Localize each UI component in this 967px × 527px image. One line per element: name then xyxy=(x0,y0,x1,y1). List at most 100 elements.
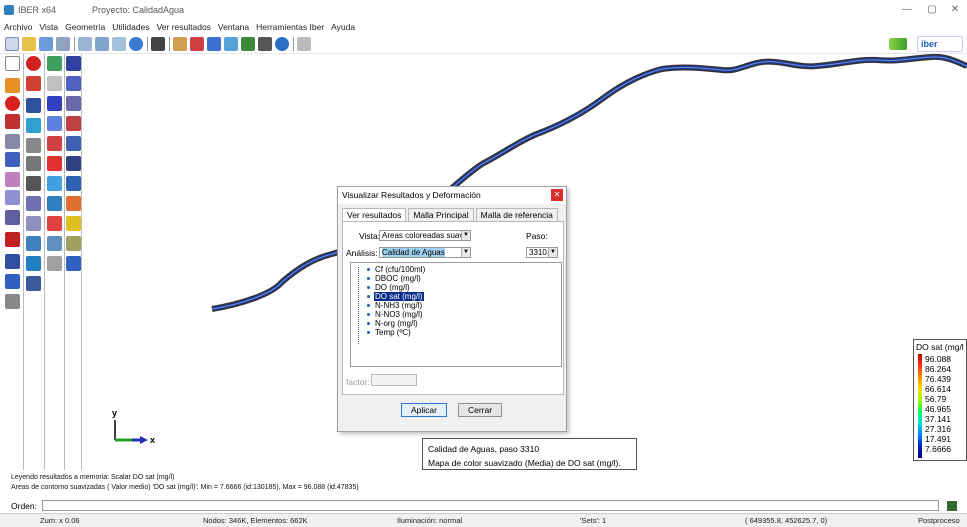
vectors-icon[interactable] xyxy=(224,37,238,51)
line-icon[interactable] xyxy=(5,114,20,129)
tab-ver-resultados[interactable]: Ver resultados xyxy=(342,208,407,222)
menu-ver-resultados[interactable]: Ver resultados xyxy=(157,22,211,32)
list-item-selected[interactable]: DO sat (mg/l) xyxy=(367,292,424,301)
paso-select[interactable]: 3310.0 ▼ xyxy=(526,247,558,258)
list-item[interactable]: N-org (mg/l) xyxy=(367,319,419,328)
vista-label: Vista: xyxy=(359,231,381,241)
pan-icon[interactable] xyxy=(5,78,20,93)
vista-select[interactable]: Areas coloreadas suave ▼ xyxy=(379,230,471,241)
ruler-icon[interactable] xyxy=(47,76,62,91)
transform-icon[interactable] xyxy=(26,196,41,211)
list-item[interactable]: Temp (ºC) xyxy=(367,328,412,337)
histogram-icon[interactable] xyxy=(5,274,20,289)
graph-icon[interactable] xyxy=(275,37,289,51)
pencil-icon[interactable] xyxy=(47,216,62,231)
animation-icon[interactable] xyxy=(258,37,272,51)
brush-icon[interactable] xyxy=(47,236,62,251)
measure-icon[interactable] xyxy=(5,190,20,205)
mesh-tool-icon[interactable] xyxy=(5,152,20,167)
tab-malla-principal[interactable]: Malla Principal xyxy=(408,208,474,222)
delete-icon[interactable] xyxy=(47,136,62,151)
bc-icon[interactable] xyxy=(47,96,62,111)
menu-geometria[interactable]: Geometría xyxy=(65,22,105,32)
new-file-icon[interactable] xyxy=(5,37,19,51)
image-icon[interactable] xyxy=(47,256,62,271)
max-icon[interactable] xyxy=(66,156,81,171)
settings-tool-icon[interactable] xyxy=(5,294,20,309)
menu-herramientas-iber[interactable]: Herramientas Iber xyxy=(256,22,324,32)
close-x-icon[interactable] xyxy=(47,156,62,171)
water-icon[interactable] xyxy=(47,196,62,211)
region-icon[interactable] xyxy=(26,256,41,271)
manning-icon[interactable] xyxy=(66,76,81,91)
table-tool-icon[interactable] xyxy=(66,216,81,231)
sediment-icon[interactable] xyxy=(66,236,81,251)
grid-icon[interactable] xyxy=(26,118,41,133)
surface-icon[interactable] xyxy=(95,37,109,51)
rain-icon[interactable] xyxy=(47,176,62,191)
wrench-icon[interactable] xyxy=(297,37,311,51)
results-icon[interactable] xyxy=(173,37,187,51)
bridge-icon[interactable] xyxy=(66,136,81,151)
list-item[interactable]: DO (mg/l) xyxy=(367,283,411,292)
surface-tool-icon[interactable] xyxy=(5,134,20,149)
close-window-button[interactable]: ✕ xyxy=(945,2,965,18)
list-item[interactable]: DBOC (mg/l) xyxy=(367,274,422,283)
list-item[interactable]: N-NO3 (mg/l) xyxy=(367,310,424,319)
breach-icon[interactable] xyxy=(66,176,81,191)
results-list[interactable]: Cf (cfu/100ml) DBOC (mg/l) DO (mg/l) DO … xyxy=(350,262,562,367)
mesh-icon[interactable] xyxy=(241,37,255,51)
cut-icon[interactable] xyxy=(5,172,20,187)
axis-icon[interactable] xyxy=(5,210,20,225)
maximize-button[interactable]: ▢ xyxy=(922,2,942,18)
main-toolbar: iber xyxy=(0,34,967,54)
contour-lines-icon[interactable] xyxy=(207,37,221,51)
point-icon[interactable] xyxy=(5,96,20,111)
close-dialog-button[interactable]: Cerrar xyxy=(458,403,502,417)
reservoir-icon[interactable] xyxy=(66,116,81,131)
layers-icon[interactable] xyxy=(78,37,92,51)
list-item[interactable]: N-NH3 (mg/l) xyxy=(367,301,423,310)
label-icon[interactable] xyxy=(26,138,41,153)
contour-fill-icon[interactable] xyxy=(190,37,204,51)
analisis-select[interactable]: Calidad de Aguas ▼ xyxy=(379,247,471,258)
camera-icon[interactable] xyxy=(151,37,165,51)
res-icon[interactable] xyxy=(66,96,81,111)
dates-icon[interactable] xyxy=(5,232,20,247)
dialog-close-icon[interactable]: ✕ xyxy=(551,189,563,201)
menu-ventana[interactable]: Ventana xyxy=(218,22,249,32)
volume-icon[interactable] xyxy=(112,37,126,51)
menu-archivo[interactable]: Archivo xyxy=(4,22,32,32)
xy-icon[interactable] xyxy=(26,216,41,231)
r-icon[interactable] xyxy=(26,156,41,171)
chart-tool-icon[interactable] xyxy=(66,196,81,211)
list-item[interactable]: Cf (cfu/100ml) xyxy=(367,265,426,274)
split-icon[interactable] xyxy=(66,256,81,271)
open-folder-icon[interactable] xyxy=(22,37,36,51)
tab-malla-referencia[interactable]: Malla de referencia xyxy=(475,208,558,222)
sphere-icon[interactable] xyxy=(129,37,143,51)
record-icon[interactable] xyxy=(26,56,41,71)
flag-icon[interactable] xyxy=(5,254,20,269)
factor-input[interactable] xyxy=(371,374,417,386)
legend-value: 86.264 xyxy=(925,364,951,374)
flow-icon[interactable] xyxy=(26,236,41,251)
arrow-back-icon[interactable] xyxy=(889,38,907,50)
swap-icon[interactable] xyxy=(26,276,41,291)
menu-utilidades[interactable]: Utilidades xyxy=(112,22,149,32)
save-icon[interactable] xyxy=(39,37,53,51)
run-command-icon[interactable] xyxy=(947,501,957,511)
menu-vista[interactable]: Vista xyxy=(39,22,58,32)
grid-tool-icon[interactable] xyxy=(66,56,81,71)
menu-ayuda[interactable]: Ayuda xyxy=(331,22,355,32)
minimize-button[interactable]: — xyxy=(897,2,917,18)
zoom-icon[interactable] xyxy=(5,56,20,71)
wave-icon[interactable] xyxy=(47,116,62,131)
terrain-icon[interactable] xyxy=(47,56,62,71)
save-as-icon[interactable] xyxy=(56,37,70,51)
info-icon[interactable] xyxy=(26,98,41,113)
apply-button[interactable]: Aplicar xyxy=(401,403,447,417)
list-icon[interactable] xyxy=(26,176,41,191)
edit-icon[interactable] xyxy=(26,76,41,91)
command-input[interactable] xyxy=(42,500,939,511)
